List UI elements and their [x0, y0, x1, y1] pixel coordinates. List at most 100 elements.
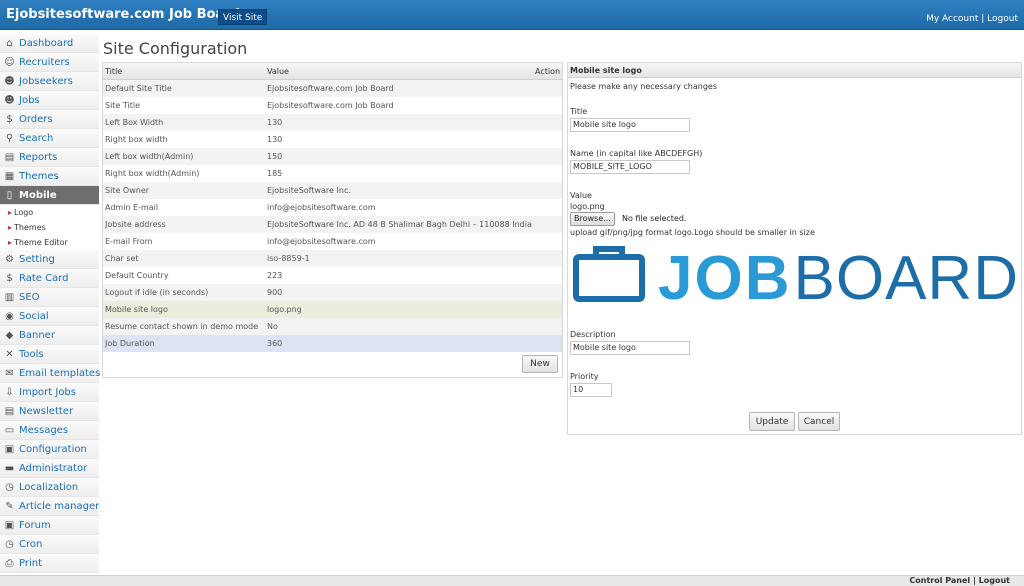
sidebar-subitem-logo[interactable]: ▸ Logo	[0, 205, 99, 220]
column-value-header: Value	[267, 67, 289, 76]
sidebar-item-configuration[interactable]: ▣ Configuration	[0, 440, 99, 459]
briefcase-logo-icon: JOB BOARD	[573, 244, 1018, 313]
sidebar-item-banner[interactable]: ◆ Banner	[0, 326, 99, 345]
sidebar-item-recruiters[interactable]: ☺ Recruiters	[0, 53, 99, 72]
article-icon: ✎	[5, 501, 14, 512]
sidebar-item-label: Rate Card	[19, 273, 69, 284]
sidebar-item-cron[interactable]: ◷ Cron	[0, 535, 99, 554]
sidebar-nav: ⌂ Dashboard ☺ Recruiters ☻ Jobseekers ☻ Jobs $ Or…	[0, 34, 100, 574]
control-panel-link[interactable]: Control Panel	[909, 576, 970, 585]
sidebar-item-orders[interactable]: $ Orders	[0, 110, 99, 129]
sidebar-item-reports[interactable]: ▤ Reports	[0, 148, 99, 167]
sidebar-item-search[interactable]: ⚲ Search	[0, 129, 99, 148]
row-title: Jobsite address	[105, 220, 166, 229]
priority-input[interactable]: 10	[570, 383, 612, 397]
no-file-text: No file selected.	[622, 214, 687, 223]
search-icon: ⚲	[5, 133, 14, 144]
sidebar-item-print[interactable]: ⎙ Print	[0, 554, 99, 573]
sidebar-item-messages[interactable]: ▭ Messages	[0, 421, 99, 440]
print-icon: ⎙	[5, 558, 14, 569]
sidebar-item-seo[interactable]: ▥ SEO	[0, 288, 99, 307]
sidebar-item-label: Reports	[19, 152, 58, 163]
visit-site-button[interactable]: Visit Site	[218, 9, 268, 25]
table-row[interactable]: Jobsite address EjobsiteSoftware Inc. AD …	[103, 216, 562, 233]
sidebar-item-label: Tools	[19, 349, 44, 360]
mobile-icon: ▯	[6, 190, 13, 201]
row-value: EjobsiteSoftware Inc. AD 48 B Shalimar B…	[267, 220, 532, 229]
sidebar-subitem-themes[interactable]: ▸ Themes	[0, 220, 99, 235]
sidebar-item-newsletter[interactable]: ▤ Newsletter	[0, 402, 99, 421]
brand-title[interactable]: Ejobsitesoftware.com Job Board	[6, 7, 240, 22]
bullet-icon: ▸	[8, 208, 13, 217]
sidebar-item-administrator[interactable]: ▬ Administrator	[0, 459, 99, 478]
page-title: Site Configuration	[103, 39, 248, 58]
table-row[interactable]: Site Title Ejobsitesoftware.com Job Board…	[103, 97, 562, 114]
row-title: Admin E-mail	[105, 203, 159, 212]
forum-icon: ▣	[4, 520, 15, 531]
table-row[interactable]: Right box width(Admin)185i	[103, 165, 562, 182]
users-icon: ☻	[4, 95, 15, 106]
table-row[interactable]: Admin E-mailinfo@ejobsitesoftware.comi	[103, 199, 562, 216]
sidebar-item-dashboard[interactable]: ⌂ Dashboard	[0, 34, 99, 53]
globe-icon: ◉	[5, 311, 14, 322]
sidebar-item-tools[interactable]: ✕ Tools	[0, 345, 99, 364]
row-value: 900	[267, 288, 283, 297]
table-row[interactable]: Right box width130i	[103, 131, 562, 148]
row-value: info@ejobsitesoftware.com	[267, 237, 376, 246]
row-title: Default Site Title	[105, 84, 172, 93]
row-value: 150	[267, 152, 283, 161]
sidebar-item-import-jobs[interactable]: ⇩ Import Jobs	[0, 383, 99, 402]
sidebar-item-themes[interactable]: ▦ Themes	[0, 167, 99, 186]
banner-icon: ◆	[5, 330, 14, 341]
sidebar-item-email-templates[interactable]: ✉ Email templates	[0, 364, 100, 383]
row-title: Site Title	[105, 101, 141, 110]
table-row[interactable]: Site OwnerEjobsiteSoftware Inc.i	[103, 182, 562, 199]
logout-link[interactable]: Logout	[987, 14, 1018, 24]
footer-logout-link[interactable]: Logout	[979, 576, 1010, 585]
sidebar-item-label: Jobseekers	[19, 76, 73, 87]
sidebar-item-social[interactable]: ◉ Social	[0, 307, 99, 326]
account-links: My Account | Logout	[926, 14, 1018, 24]
update-button[interactable]: Update	[749, 412, 795, 431]
sidebar-item-rate-card[interactable]: $ Rate Card	[0, 269, 99, 288]
table-row[interactable]: Char setiso-8859-1i	[103, 250, 562, 267]
sidebar-item-label: Social	[19, 311, 49, 322]
import-icon: ⇩	[5, 387, 14, 398]
sidebar-item-localization[interactable]: ◷ Localization	[0, 478, 99, 497]
title-input[interactable]: Mobile site logo	[570, 118, 690, 132]
table-row[interactable]: Job Duration360i	[103, 335, 562, 352]
sidebar-item-mobile[interactable]: ▯ Mobile	[0, 186, 99, 205]
sidebar-item-jobseekers[interactable]: ☻ Jobseekers	[0, 72, 99, 91]
table-row[interactable]: Default Site Title Ejobsitesoftware.com J…	[103, 80, 562, 97]
account-separator: |	[981, 14, 985, 24]
sidebar-item-label: Search	[19, 133, 54, 144]
new-button[interactable]: New	[522, 355, 558, 373]
row-title: Left box width(Admin)	[105, 152, 194, 161]
table-row[interactable]: Left box width(Admin)150i	[103, 148, 562, 165]
browse-button[interactable]: Browse...	[570, 212, 615, 226]
table-row[interactable]: Default Country223i	[103, 267, 562, 284]
logo-text-job: JOB	[658, 244, 791, 303]
sidebar-subitem-theme-editor[interactable]: ▸ Theme Editor	[0, 235, 99, 250]
sidebar-item-label: Setting	[19, 254, 55, 265]
row-title: Right box width(Admin)	[105, 169, 200, 178]
table-row[interactable]: Resume contact shown in demo modeNoi	[103, 318, 562, 335]
table-row[interactable]: E-mail Frominfo@ejobsitesoftware.comi	[103, 233, 562, 250]
home-icon: ⌂	[6, 38, 13, 49]
sidebar-item-label: Messages	[19, 425, 69, 436]
my-account-link[interactable]: My Account	[926, 14, 978, 24]
name-input[interactable]: MOBILE_SITE_LOGO	[570, 160, 690, 174]
sidebar-item-article-manager[interactable]: ✎ Article manager	[0, 497, 99, 516]
sidebar-item-setting[interactable]: ⚙ Setting	[0, 250, 99, 269]
cancel-button[interactable]: Cancel	[798, 412, 840, 431]
table-row[interactable]: Left Box Width130i	[103, 114, 562, 131]
table-row[interactable]: Mobile site logologo.png▶	[103, 301, 562, 318]
row-value: 130	[267, 135, 283, 144]
row-title: Right box width	[105, 135, 168, 144]
description-input[interactable]: Mobile site logo	[570, 341, 690, 355]
sidebar-item-forum[interactable]: ▣ Forum	[0, 516, 99, 535]
row-title: Default Country	[105, 271, 169, 280]
table-row[interactable]: Logout if idle (in seconds)900i	[103, 284, 562, 301]
table-body: Default Site Title Ejobsitesoftware.com J…	[103, 80, 562, 352]
sidebar-item-jobs[interactable]: ☻ Jobs	[0, 91, 99, 110]
